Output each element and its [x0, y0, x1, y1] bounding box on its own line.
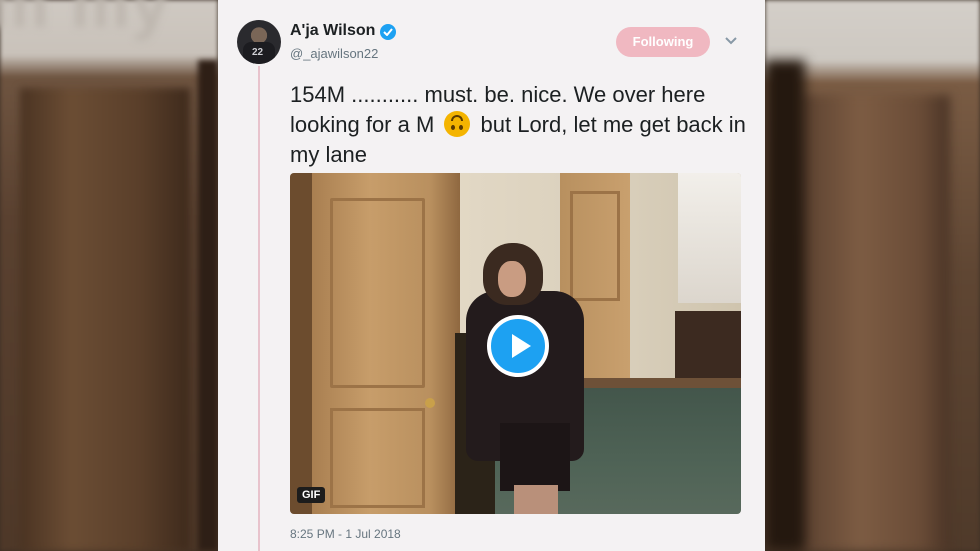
play-icon — [512, 334, 531, 358]
gif-person-legs — [514, 485, 558, 514]
tweet-timestamp[interactable]: 8:25 PM - 1 Jul 2018 — [290, 527, 401, 541]
thread-rail — [258, 66, 260, 551]
gif-badge: GIF — [297, 487, 326, 503]
gif-cabinet — [675, 311, 741, 386]
gif-door-left-panel — [330, 198, 425, 388]
play-button[interactable] — [487, 315, 549, 377]
chevron-down-icon[interactable] — [725, 37, 737, 45]
gif-door-left-edge — [290, 173, 312, 514]
gif-media[interactable]: GIF — [290, 173, 741, 514]
author-handle[interactable]: @_ajawilson22 — [290, 46, 378, 61]
tweet-text: 154M ........... must. be. nice. We over… — [290, 80, 750, 170]
verified-badge-icon — [380, 24, 396, 40]
gif-window — [678, 173, 741, 303]
gif-door-left-lower-panel — [330, 408, 425, 508]
upside-down-face-icon — [444, 111, 471, 137]
background-left-door — [20, 88, 190, 551]
background-right-panel — [800, 95, 950, 551]
gif-person-skirt — [500, 423, 570, 491]
author-name[interactable]: A'ja Wilson — [290, 22, 375, 40]
gif-person-face — [498, 261, 526, 297]
avatar-jersey-number: 22 — [252, 47, 264, 58]
gif-door-right-panel — [570, 191, 620, 301]
avatar[interactable]: 22 — [237, 20, 281, 64]
background-left-edge — [198, 60, 218, 551]
gif-door-knob — [425, 398, 435, 408]
background-right-edge — [765, 60, 805, 551]
following-button[interactable]: Following — [616, 27, 710, 57]
background-blurred-text: m my — [0, 0, 171, 41]
